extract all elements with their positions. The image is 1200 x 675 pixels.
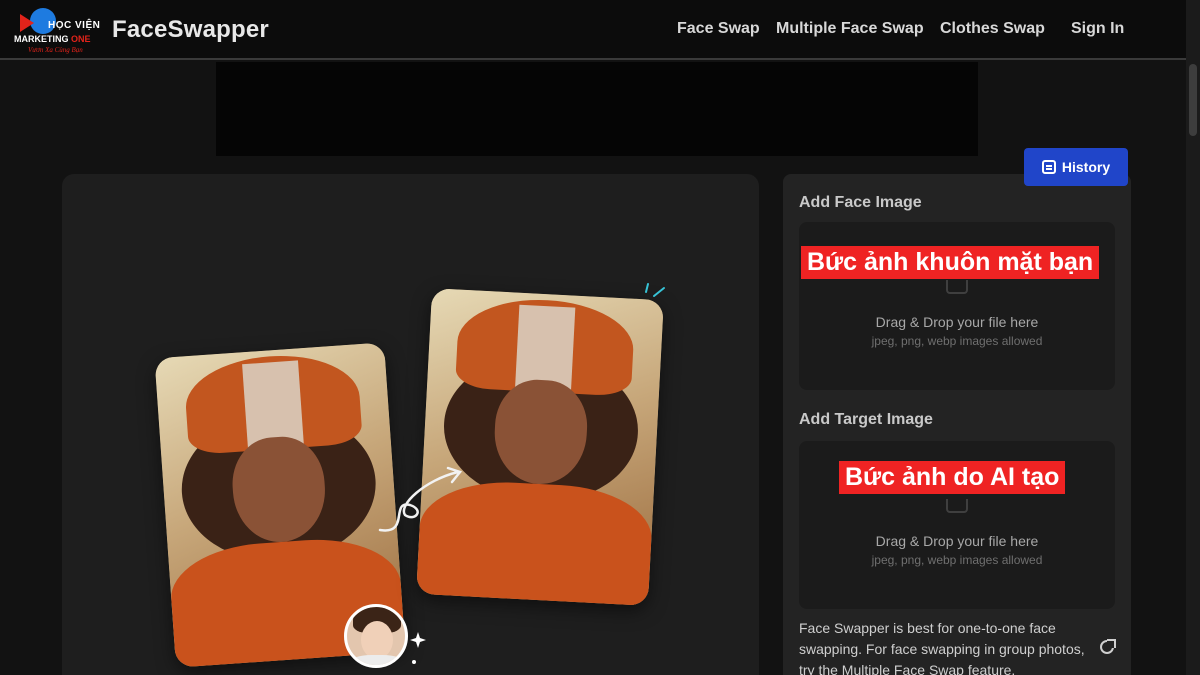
sparkle-icon bbox=[645, 283, 665, 297]
usage-note: Face Swapper is best for one-to-one face… bbox=[799, 620, 1085, 675]
sign-in-link[interactable]: Sign In bbox=[1071, 20, 1124, 38]
logo-line2-prefix: MARKETING bbox=[14, 34, 69, 44]
nav-clothes-swap[interactable]: Clothes Swap bbox=[940, 20, 1045, 38]
drop-subtitle: jpeg, png, webp images allowed bbox=[871, 334, 1043, 348]
add-target-title: Add Target Image bbox=[799, 411, 933, 428]
add-face-title: Add Face Image bbox=[799, 194, 922, 211]
play-icon bbox=[20, 14, 34, 32]
history-button[interactable]: History bbox=[1024, 148, 1128, 186]
drop-subtitle: jpeg, png, webp images allowed bbox=[871, 553, 1043, 567]
drop-title: Drag & Drop your file here bbox=[875, 533, 1039, 549]
nav-multiple-face-swap[interactable]: Multiple Face Swap bbox=[776, 20, 924, 38]
swapped-photo bbox=[416, 288, 664, 606]
upload-icon bbox=[946, 280, 968, 294]
academy-logo[interactable]: HỌC VIỆN MARKETING ONE Vươn Xa Cùng Bạn bbox=[10, 6, 115, 58]
source-face-avatar bbox=[344, 604, 408, 668]
brand-title[interactable]: FaceSwapper bbox=[112, 16, 269, 44]
nav-face-swap[interactable]: Face Swap bbox=[677, 20, 760, 38]
avatar-face bbox=[361, 621, 393, 659]
face-overlay-caption: Bức ảnh khuôn mặt bạn bbox=[801, 246, 1100, 279]
swap-arrow-icon bbox=[378, 466, 463, 532]
logo-line1: HỌC VIỆN bbox=[48, 20, 101, 31]
target-overlay-caption: Bức ảnh do AI tạo bbox=[839, 461, 1066, 494]
logo-slogan: Vươn Xa Cùng Bạn bbox=[28, 46, 83, 54]
scrollbar-thumb[interactable] bbox=[1189, 64, 1197, 136]
page-scrollbar[interactable] bbox=[1186, 0, 1200, 675]
history-button-label: History bbox=[1061, 159, 1111, 175]
logo-line2: MARKETING ONE bbox=[14, 34, 91, 44]
external-link-icon[interactable] bbox=[1100, 639, 1116, 654]
top-navigation-bar: HỌC VIỆN MARKETING ONE Vươn Xa Cùng Bạn … bbox=[0, 0, 1200, 60]
upload-icon bbox=[946, 499, 968, 513]
ad-banner bbox=[216, 62, 978, 156]
logo-line2-suffix: ONE bbox=[71, 34, 91, 44]
sparkle-icon bbox=[410, 632, 426, 664]
drop-title: Drag & Drop your file here bbox=[875, 314, 1039, 330]
history-icon bbox=[1041, 160, 1056, 174]
